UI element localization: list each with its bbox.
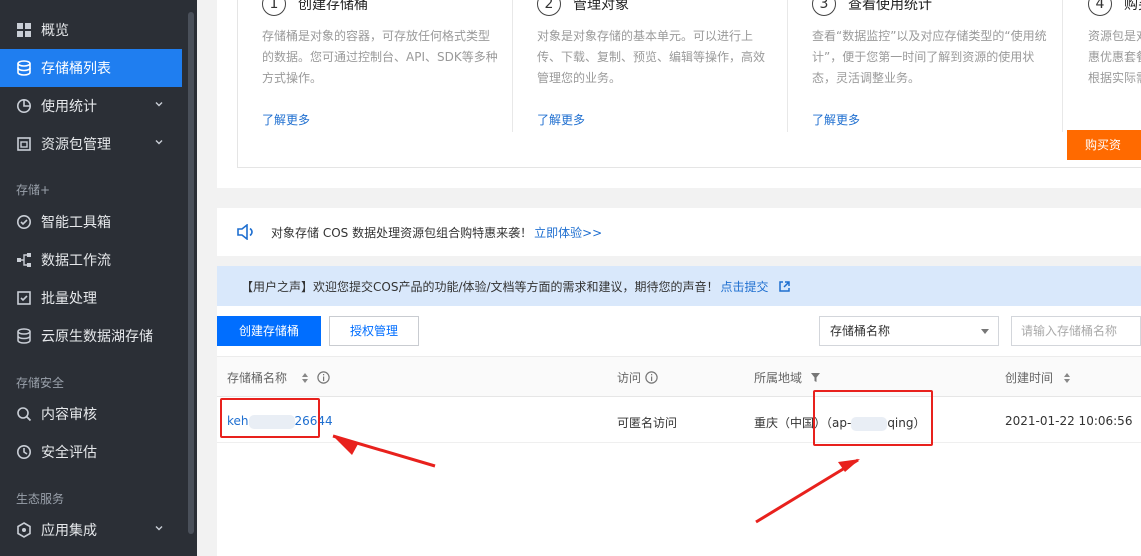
annotation-arrows xyxy=(332,434,860,524)
